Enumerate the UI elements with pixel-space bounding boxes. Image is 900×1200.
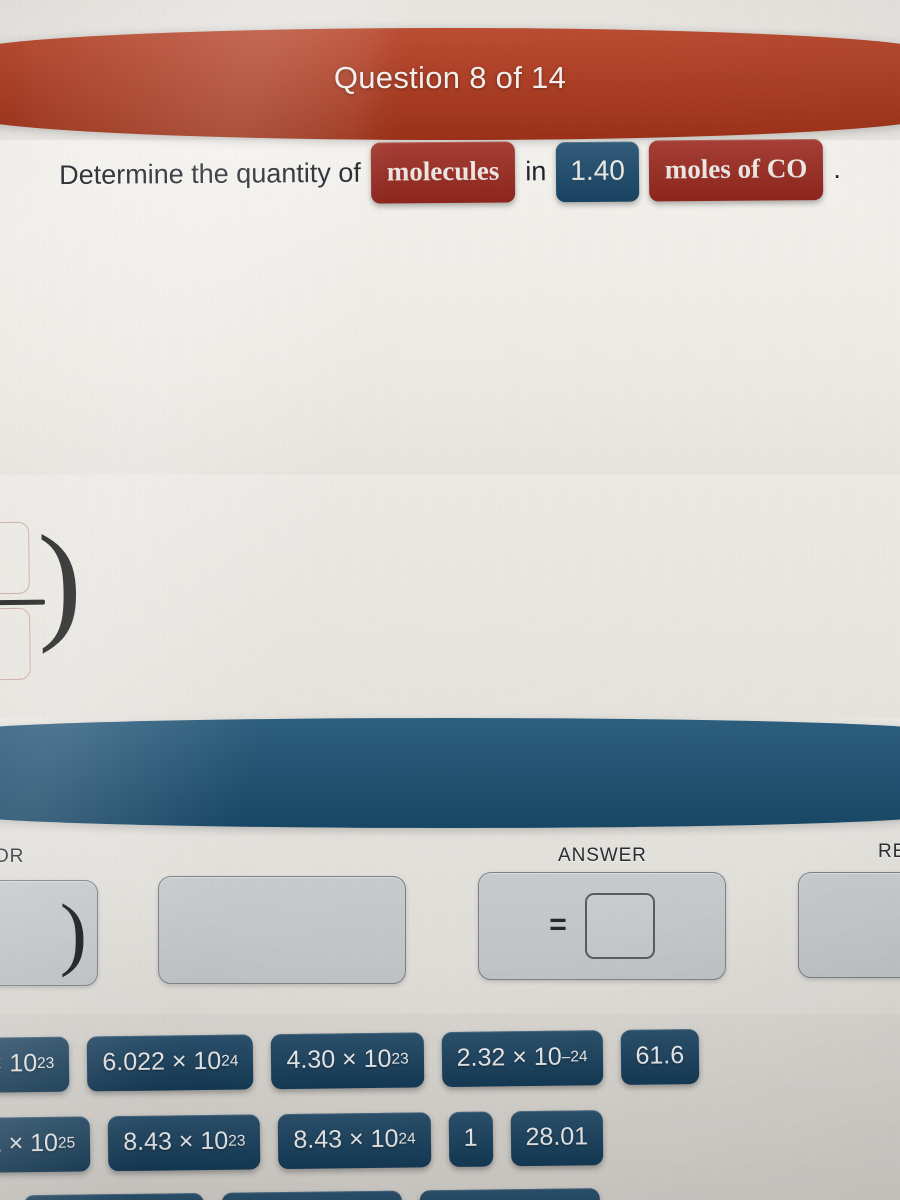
answer-column-label: ANSWER [558,845,647,866]
result-column-label: RE [878,841,900,862]
prompt-period: . [833,153,841,184]
question-counter: Question 8 of 14 [333,60,567,95]
unit-chip[interactable]: moles of CO [648,139,824,202]
number-tile[interactable]: 8.43 × 10 24 [278,1112,431,1170]
tile-row: 22 × 1023 6.022 × 1024 4.30 × 1023 2.32 × 1… [0,1027,900,1094]
number-tile[interactable] [221,1190,403,1200]
number-tile[interactable]: 1 [448,1111,493,1168]
paren-glyph: ) [59,887,87,979]
equals-icon: = [549,908,567,941]
tile-row: 3.71 × 1025 8.43 × 1023 8.43 × 1024 1 28.01 [0,1107,900,1174]
question-prompt: Determine the quantity of molecules in 1… [8,139,892,207]
equation-work-area [0,468,900,718]
section-separator-band [0,718,900,828]
number-tile[interactable]: 61.6 [620,1028,700,1085]
number-tile[interactable]: 6.022 × 10 24 [87,1034,254,1092]
fraction-denominator-slot[interactable] [0,607,31,681]
answer-drop-box[interactable]: = [478,872,726,980]
question-header-band: Question 8 of 14 [0,28,900,140]
number-tile[interactable]: 3.71 × 1025 [0,1116,91,1174]
number-tile[interactable]: 28.01 [510,1110,604,1167]
prompt-connector-text: in [525,156,547,187]
fraction-numerator-slot[interactable] [0,521,30,595]
value-chip[interactable]: 1.40 [556,141,640,202]
paren-drop-box[interactable]: ) [0,880,98,986]
number-tile[interactable]: 4.30 × 10 23 [271,1032,425,1090]
number-tile[interactable]: 2.32 × 10 –24 [441,1030,603,1088]
number-tile[interactable]: 8.43 × 10 23 [107,1114,261,1172]
result-drop-box[interactable]: | [798,872,900,978]
number-tile[interactable]: 22 × 1023 [0,1036,70,1094]
prompt-lead-text: Determine the quantity of [59,157,361,191]
closing-paren-glyph: ) [36,507,83,655]
number-tile[interactable] [419,1188,601,1200]
fraction-widget: ) [0,507,82,696]
factor-column-label: OR [0,846,25,867]
factor-drop-box[interactable] [158,876,406,984]
quantity-chip[interactable]: molecules [370,141,516,204]
quiz-screen: Question 8 of 14 Determine the quantity … [0,0,900,1200]
number-tile[interactable] [23,1193,205,1200]
answer-strip [0,826,900,1016]
answer-input-slot[interactable] [584,893,655,959]
